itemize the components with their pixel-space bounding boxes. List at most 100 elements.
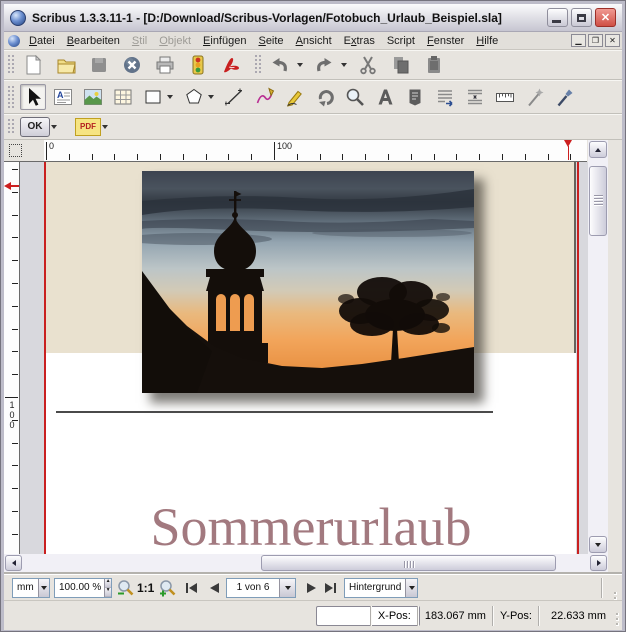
scroll-right-button[interactable] xyxy=(590,555,607,571)
menu-ansicht[interactable]: Ansicht xyxy=(291,33,337,49)
undo-button[interactable] xyxy=(267,52,293,78)
save-document-button[interactable] xyxy=(86,52,112,78)
measurements-button[interactable] xyxy=(492,84,518,110)
vertical-ruler[interactable]: 100 xyxy=(4,162,20,554)
preflight-verifier-button[interactable] xyxy=(185,52,211,78)
polygon-dropdown-arrow[interactable] xyxy=(208,94,214,99)
scroll-down-button[interactable] xyxy=(589,536,607,553)
last-page-button[interactable] xyxy=(322,578,338,598)
insert-polygon-button[interactable] xyxy=(181,84,207,110)
scroll-up-icon xyxy=(595,147,601,152)
close-button[interactable]: ✕ xyxy=(595,8,616,27)
export-pdf-button[interactable] xyxy=(218,52,244,78)
redo-button[interactable] xyxy=(311,52,337,78)
shape-dropdown-arrow[interactable] xyxy=(167,94,173,99)
zoom-in-button[interactable] xyxy=(157,578,177,598)
insert-text-frame-button[interactable]: A xyxy=(50,84,76,110)
new-document-button[interactable] xyxy=(20,52,46,78)
toolbar-grip[interactable] xyxy=(7,84,14,109)
insert-shape-button[interactable] xyxy=(140,84,166,110)
horizontal-rule-line[interactable] xyxy=(56,411,493,413)
last-page-icon xyxy=(325,583,336,593)
next-page-button[interactable] xyxy=(304,578,318,598)
minimize-button[interactable] xyxy=(547,8,568,27)
redo-icon xyxy=(317,57,332,71)
scroll-left-button[interactable] xyxy=(5,555,22,571)
redo-dropdown-arrow[interactable] xyxy=(341,62,347,67)
menu-hilfe[interactable]: Hilfe xyxy=(471,33,503,49)
pdf-button-dropdown-arrow[interactable] xyxy=(51,124,57,129)
ruler-tick xyxy=(183,154,184,160)
toolbar-grip[interactable] xyxy=(7,54,14,75)
unit-dropdown-button[interactable] xyxy=(37,579,49,597)
horizontal-scroll-thumb[interactable] xyxy=(261,555,556,571)
layer-dropdown-button[interactable] xyxy=(405,579,417,597)
menu-datei[interactable]: Datei xyxy=(24,33,60,49)
insert-table-button[interactable] xyxy=(110,84,136,110)
menu-fenster[interactable]: Fenster xyxy=(422,33,469,49)
copy-icon xyxy=(394,56,409,73)
copy-item-properties-button[interactable] xyxy=(522,84,548,110)
pdf-annotation-tool[interactable]: PDF xyxy=(75,117,101,136)
paste-button[interactable] xyxy=(421,52,447,78)
photo-frame-church-sunset[interactable] xyxy=(142,171,474,393)
actual-size-button[interactable]: 1:1 xyxy=(137,578,154,598)
rotate-item-button[interactable] xyxy=(312,84,338,110)
close-document-button[interactable] xyxy=(119,52,145,78)
zoom-out-button[interactable] xyxy=(115,578,135,598)
maximize-button[interactable] xyxy=(571,8,592,27)
page-combobox[interactable]: 1 von 6 xyxy=(226,578,296,598)
window-resize-grip[interactable] xyxy=(615,612,620,627)
select-item-button[interactable] xyxy=(20,83,46,110)
menu-extras[interactable]: Extras xyxy=(339,33,380,49)
insert-line-button[interactable] xyxy=(222,84,248,110)
scroll-up-button[interactable] xyxy=(589,141,607,158)
chevron-down-icon xyxy=(284,586,291,590)
mdi-minimize-button[interactable]: ▁ xyxy=(571,34,586,47)
menu-einfgen[interactable]: Einfügen xyxy=(198,33,251,49)
open-document-button[interactable] xyxy=(53,52,79,78)
insert-freehand-line-button[interactable] xyxy=(282,84,308,110)
mdi-restore-button[interactable]: ❐ xyxy=(588,34,603,47)
layer-combobox[interactable]: Hintergrund xyxy=(344,578,418,598)
insert-bezier-curve-button[interactable] xyxy=(252,84,278,110)
toolbar-grip[interactable] xyxy=(7,117,14,136)
undo-dropdown-arrow[interactable] xyxy=(297,62,303,67)
zoom-level-spinner[interactable]: 100.00 % ▲ ▼ xyxy=(54,578,112,598)
ruler-tick xyxy=(12,534,18,535)
ruler-tick xyxy=(251,154,252,160)
unit-combobox[interactable]: mm xyxy=(12,578,50,598)
vertical-scroll-thumb[interactable] xyxy=(589,166,607,236)
first-page-button[interactable] xyxy=(184,578,200,598)
previous-page-button[interactable] xyxy=(207,578,221,598)
pdf-push-button-tool[interactable]: OK xyxy=(20,116,50,137)
eye-dropper-button[interactable] xyxy=(552,84,578,110)
document-canvas[interactable]: Sommerurlaub xyxy=(20,162,588,554)
spinner-buttons[interactable]: ▲ ▼ xyxy=(104,579,111,597)
insert-image-frame-button[interactable] xyxy=(80,84,106,110)
ruler-origin-box[interactable] xyxy=(4,140,44,162)
copy-button[interactable] xyxy=(388,52,414,78)
horizontal-scrollbar[interactable] xyxy=(4,554,608,572)
page-heading[interactable]: Sommerurlaub xyxy=(46,499,576,554)
zoom-tool-button[interactable] xyxy=(342,84,368,110)
toolbar-grip[interactable] xyxy=(254,54,261,75)
pdf-annotation-dropdown-arrow[interactable] xyxy=(102,124,108,129)
cut-button[interactable] xyxy=(355,52,381,78)
menu-seite[interactable]: Seite xyxy=(253,33,288,49)
page-border-left xyxy=(44,162,46,554)
mdi-close-button[interactable]: ✕ xyxy=(605,34,620,47)
horizontal-ruler[interactable]: 0 100 xyxy=(44,140,587,162)
link-text-frames-button[interactable] xyxy=(432,84,458,110)
vertical-scrollbar[interactable] xyxy=(588,140,608,554)
next-page-icon xyxy=(306,583,316,593)
page-dropdown-button[interactable] xyxy=(279,579,295,597)
menu-script[interactable]: Script xyxy=(382,33,420,49)
menu-bearbeiten[interactable]: Bearbeiten xyxy=(62,33,125,49)
edit-contents-button[interactable] xyxy=(372,84,398,110)
print-document-button[interactable] xyxy=(152,52,178,78)
unlink-text-frames-button[interactable] xyxy=(462,84,488,110)
story-editor-button[interactable] xyxy=(402,84,428,110)
menu-bar: Datei Bearbeiten Stil Objekt Einfügen Seite An… xyxy=(4,32,622,50)
ruler-tick xyxy=(12,374,18,375)
